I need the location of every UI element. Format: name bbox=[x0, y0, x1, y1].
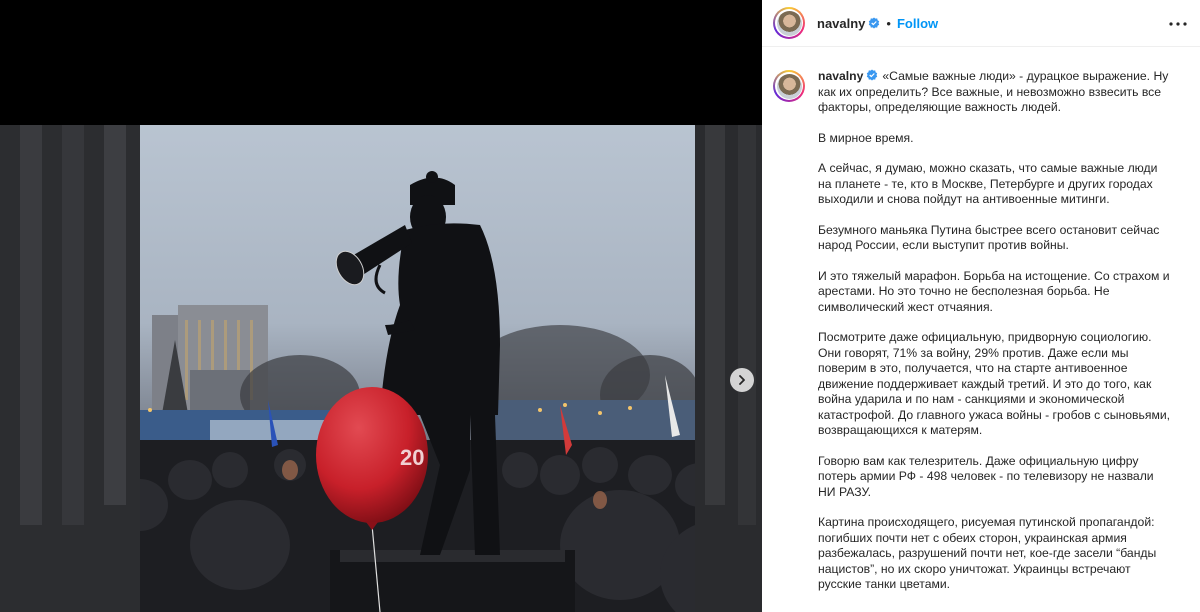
post-sidebar: navalny • Follow navalny «Самые важные лю… bbox=[762, 0, 1200, 612]
balloon-text: 20 bbox=[400, 445, 424, 470]
caption-paragraph: Говорю вам как телезритель. Даже официал… bbox=[818, 453, 1154, 499]
caption-paragraph: Посмотрите даже официальную, придворную … bbox=[818, 330, 1171, 437]
post-photo: 20 bbox=[0, 125, 762, 612]
avatar[interactable] bbox=[773, 7, 805, 39]
chevron-right-icon bbox=[739, 375, 745, 385]
caption-paragraph: И это тяжелый марафон. Борьба на истощен… bbox=[818, 268, 1170, 314]
more-options-icon bbox=[1169, 22, 1187, 26]
caption-paragraph: Картина происходящего, рисуемая путинско… bbox=[818, 515, 1157, 591]
caption-paragraph: Безумного маньяка Путина быстрее всего о… bbox=[818, 222, 1160, 253]
caption-paragraph: А сейчас, я думаю, можно сказать, что са… bbox=[818, 161, 1158, 206]
verified-badge-icon bbox=[867, 69, 878, 81]
header-username[interactable]: navalny bbox=[817, 16, 865, 31]
follow-button[interactable]: Follow bbox=[897, 16, 938, 31]
protest-photo: 20 bbox=[0, 125, 762, 612]
more-options-button[interactable] bbox=[1166, 12, 1190, 36]
caption-avatar[interactable] bbox=[773, 70, 805, 102]
avatar-image bbox=[776, 73, 802, 99]
caption-username[interactable]: navalny bbox=[818, 69, 863, 83]
separator-dot: • bbox=[886, 15, 891, 31]
caption-paragraph: В мирное время. bbox=[818, 130, 914, 145]
post-media: 20 bbox=[0, 0, 762, 612]
caption-text: navalny «Самые важные люди» - дурацкое вы… bbox=[818, 69, 1172, 593]
avatar-image bbox=[776, 10, 802, 36]
caption-paragraph: navalny «Самые важные люди» - дурацкое вы… bbox=[818, 69, 1172, 116]
carousel-next-button[interactable] bbox=[730, 368, 754, 392]
post-header: navalny • Follow bbox=[762, 0, 1200, 47]
post-caption: navalny «Самые важные люди» - дурацкое вы… bbox=[762, 64, 1200, 608]
verified-badge-icon bbox=[869, 17, 880, 29]
